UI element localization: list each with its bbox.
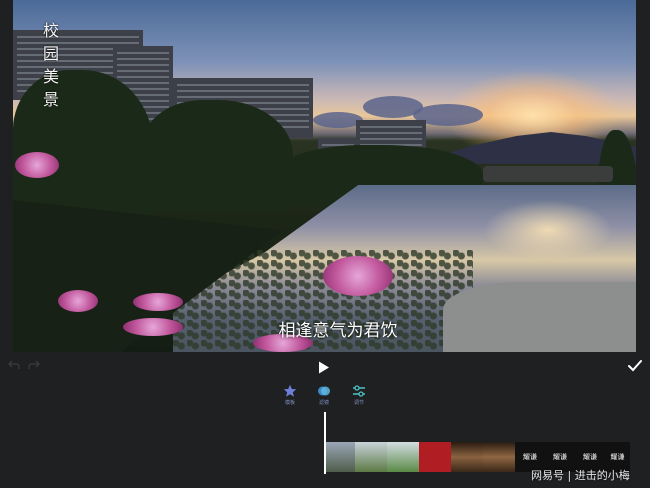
- play-icon[interactable]: [318, 359, 330, 374]
- title-char: 景: [43, 90, 60, 109]
- timeline-playhead[interactable]: [324, 412, 326, 474]
- timeline-clip[interactable]: [387, 442, 419, 472]
- watermark-text: 网易号 | 进击的小梅: [531, 469, 630, 482]
- tool-label: 调节: [353, 400, 364, 406]
- bridge: [483, 166, 613, 182]
- timeline-clip[interactable]: [483, 442, 515, 472]
- timeline-clip[interactable]: [355, 442, 387, 472]
- filter-icon: [317, 384, 331, 398]
- tool-template[interactable]: 模板: [275, 384, 305, 406]
- confirm-check-icon[interactable]: [627, 358, 643, 372]
- adjust-icon: [352, 384, 366, 398]
- title-char: 园: [43, 44, 60, 63]
- right-bank: [443, 282, 636, 352]
- tool-label: 滤镜: [318, 400, 329, 406]
- undo-icon[interactable]: [8, 360, 20, 370]
- flower: [323, 256, 393, 296]
- history-controls: [8, 360, 40, 370]
- video-preview-area: 校 园 美 景 相逢意气为君饮: [0, 0, 650, 352]
- vertical-title: 校 园 美 景: [43, 22, 59, 108]
- tool-label: 模板: [284, 400, 295, 406]
- flower: [123, 318, 183, 336]
- water-reflection: [483, 200, 613, 260]
- title-char: 校: [43, 21, 60, 40]
- timeline-clip[interactable]: [325, 442, 355, 472]
- video-caption: 相逢意气为君饮: [278, 321, 398, 341]
- video-frame[interactable]: 校 园 美 景 相逢意气为君饮: [13, 0, 636, 352]
- trees: [13, 70, 153, 220]
- star-icon: [283, 384, 297, 398]
- redo-icon[interactable]: [28, 360, 40, 370]
- flower: [15, 152, 59, 178]
- tool-adjust[interactable]: 调节: [344, 384, 374, 406]
- trees: [143, 100, 293, 210]
- tool-filter[interactable]: 滤镜: [309, 384, 339, 406]
- flower: [133, 293, 183, 311]
- timeline-clip[interactable]: [451, 442, 483, 472]
- title-char: 美: [43, 67, 60, 86]
- timeline-clip[interactable]: [419, 442, 451, 472]
- flower: [58, 290, 98, 312]
